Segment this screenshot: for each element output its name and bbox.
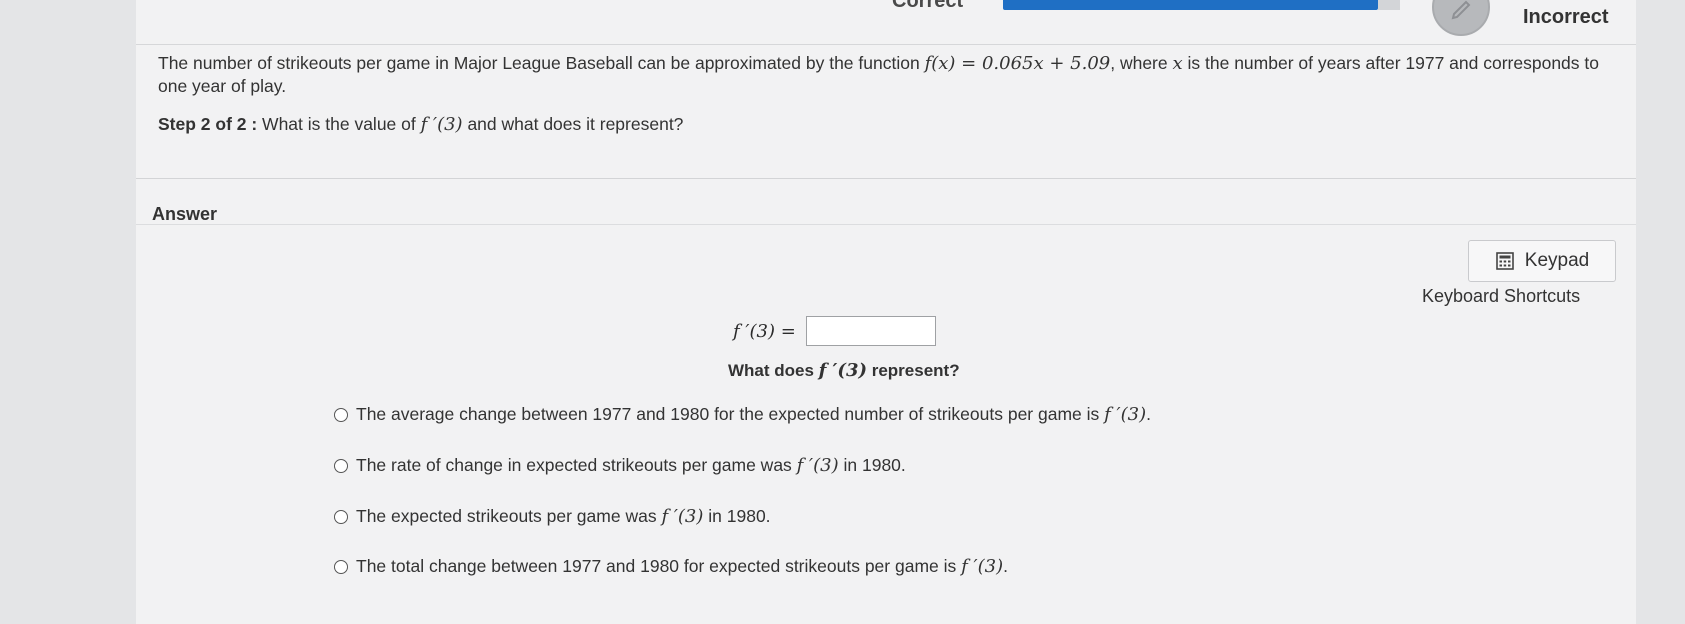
question-text-part: , where	[1110, 53, 1173, 73]
keyboard-shortcuts-link[interactable]: Keyboard Shortcuts	[1422, 286, 1580, 307]
question-text-part: The number of strikeouts per game in Maj…	[158, 53, 925, 73]
function-math: f(x) = 0.065x + 5.09	[924, 53, 1111, 74]
step-prompt: Step 2 of 2 : What is the value of f ′(3…	[158, 114, 683, 135]
represent-question: What does f ′(3) represent?	[728, 360, 960, 381]
variable-math: x	[1172, 53, 1183, 74]
calculator-icon	[1495, 252, 1514, 270]
represent-text: What does	[728, 361, 819, 380]
step-text: and what does it represent?	[462, 114, 684, 134]
option-label: The expected strikeouts per game was f ′…	[356, 506, 771, 527]
progress-bar-fill	[1003, 0, 1378, 10]
radio-button[interactable]	[334, 509, 348, 524]
left-gutter	[0, 0, 136, 624]
fprime-answer-input[interactable]	[805, 316, 936, 346]
represent-text: represent?	[867, 361, 960, 380]
divider	[136, 224, 1636, 225]
option-label: The rate of change in expected strikeout…	[356, 455, 906, 476]
progress-bar-track	[1378, 0, 1400, 10]
keypad-label: Keypad	[1524, 250, 1590, 271]
radio-button[interactable]	[334, 407, 348, 422]
pencil-icon	[1451, 0, 1471, 20]
option-label: The total change between 1977 and 1980 f…	[356, 556, 1008, 577]
keypad-button[interactable]: Keypad	[1468, 240, 1616, 282]
page: Correct Incorrect The number of strikeou…	[0, 0, 1685, 624]
fprime-answer-row: f ′(3) =	[733, 316, 936, 346]
step-math: f ′(3)	[420, 114, 463, 135]
option-total-change[interactable]: The total change between 1977 and 1980 f…	[334, 556, 1008, 577]
represent-math: f ′(3)	[818, 360, 867, 381]
option-label: The average change between 1977 and 1980…	[356, 404, 1151, 425]
question-text: The number of strikeouts per game in Maj…	[158, 52, 1618, 97]
answer-label: Answer	[152, 204, 218, 224]
step-label: Step 2 of 2 :	[158, 114, 258, 134]
step-text: What is the value of	[257, 114, 421, 134]
right-gutter	[1636, 0, 1685, 624]
option-rate-of-change[interactable]: The rate of change in expected strikeout…	[334, 455, 906, 476]
divider	[136, 44, 1636, 45]
divider	[136, 178, 1636, 179]
correct-label: Correct	[892, 0, 964, 12]
radio-button[interactable]	[334, 458, 348, 473]
option-expected-strikeouts[interactable]: The expected strikeouts per game was f ′…	[334, 506, 771, 527]
fprime-label: f ′(3) =	[733, 320, 796, 342]
radio-button[interactable]	[334, 559, 348, 574]
incorrect-label: Incorrect	[1523, 6, 1609, 28]
option-average-change[interactable]: The average change between 1977 and 1980…	[334, 404, 1151, 425]
